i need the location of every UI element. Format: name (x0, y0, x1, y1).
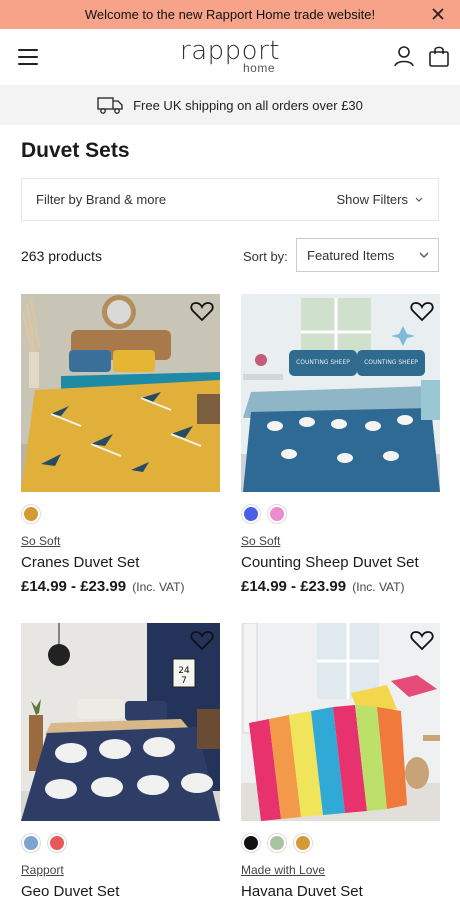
product-name[interactable]: Cranes Duvet Set (21, 554, 220, 571)
product-name[interactable]: Counting Sheep Duvet Set (241, 554, 440, 571)
product-price: £14.99 - £23.99 (Inc. VAT) (21, 578, 220, 595)
color-swatch[interactable] (21, 833, 41, 853)
swatch-fill (270, 507, 284, 521)
product-brand-link[interactable]: So Soft (21, 534, 220, 548)
bag-icon[interactable] (428, 45, 450, 67)
announcement-bar: Welcome to the new Rapport Home trade we… (0, 0, 460, 29)
product-brand-link[interactable]: Rapport (21, 863, 220, 877)
swatch-fill (296, 836, 310, 850)
product-card[interactable]: Made with Love Havana Duvet Set (241, 623, 440, 900)
shipping-banner: Free UK shipping on all orders over £30 (0, 85, 460, 125)
show-filters-label: Show Filters (336, 192, 408, 207)
heart-icon[interactable] (410, 300, 434, 322)
price-range: £14.99 - £23.99 (241, 578, 347, 595)
close-icon[interactable] (430, 6, 446, 22)
sort-select[interactable]: Featured Items (296, 238, 439, 272)
swatch-fill (244, 836, 258, 850)
product-image[interactable] (21, 294, 220, 492)
account-icon[interactable] (393, 45, 415, 67)
shipping-text: Free UK shipping on all orders over £30 (133, 97, 363, 113)
swatch-fill (24, 836, 38, 850)
logo-main: rapport (180, 36, 280, 66)
swatch-fill (270, 836, 284, 850)
product-image[interactable]: 24 7 (21, 623, 220, 821)
color-swatch[interactable] (267, 504, 287, 524)
color-swatches (21, 833, 220, 855)
swatch-fill (244, 507, 258, 521)
svg-text:COUNTING SHEEP: COUNTING SHEEP (296, 359, 350, 366)
heart-icon[interactable] (190, 629, 214, 651)
chevron-down-icon (415, 197, 423, 202)
filter-by-brand-label: Filter by Brand & more (36, 192, 167, 207)
color-swatch[interactable] (47, 833, 67, 853)
chevron-down-icon (419, 252, 429, 258)
sort-selected-value: Featured Items (307, 247, 395, 263)
truck-icon (97, 97, 123, 114)
swatch-fill (50, 836, 64, 850)
svg-text:24: 24 (178, 666, 190, 676)
product-name[interactable]: Geo Duvet Set (21, 883, 220, 900)
product-brand-link[interactable]: Made with Love (241, 863, 440, 877)
vat-note: (Inc. VAT) (132, 580, 185, 594)
product-price: £14.99 - £23.99 (Inc. VAT) (241, 578, 440, 595)
svg-text:COUNTING SHEEP: COUNTING SHEEP (364, 359, 418, 366)
product-count: 263 products (21, 248, 102, 264)
site-logo[interactable]: rapport home (0, 36, 460, 74)
havana-duvet-photo (241, 623, 440, 821)
color-swatch[interactable] (241, 833, 261, 853)
vat-note: (Inc. VAT) (352, 580, 405, 594)
product-image[interactable]: COUNTING SHEEP COUNTING SHEEP (241, 294, 440, 492)
color-swatch[interactable] (267, 833, 287, 853)
product-card[interactable]: 24 7 Rapport Geo Duvet Set (21, 623, 220, 900)
geo-duvet-photo: 24 7 (21, 623, 220, 821)
product-card[interactable]: So Soft Cranes Duvet Set £14.99 - £23.99… (21, 294, 220, 595)
announcement-text: Welcome to the new Rapport Home trade we… (84, 7, 376, 22)
counting-sheep-duvet-photo: COUNTING SHEEP COUNTING SHEEP (241, 294, 440, 492)
price-range: £14.99 - £23.99 (21, 578, 127, 595)
product-brand-link[interactable]: So Soft (241, 534, 440, 548)
color-swatches (241, 833, 440, 855)
site-header: rapport home (0, 29, 460, 85)
cranes-duvet-photo (21, 294, 220, 492)
color-swatch[interactable] (241, 504, 261, 524)
filter-bar[interactable]: Filter by Brand & more Show Filters (21, 178, 439, 221)
show-filters-button[interactable]: Show Filters (336, 192, 424, 207)
heart-icon[interactable] (410, 629, 434, 651)
page-title: Duvet Sets (21, 139, 130, 162)
svg-text:7: 7 (181, 676, 187, 686)
sort-label: Sort by: (243, 249, 288, 264)
product-image[interactable] (241, 623, 440, 821)
color-swatch[interactable] (21, 504, 41, 524)
color-swatch[interactable] (293, 833, 313, 853)
swatch-fill (24, 507, 38, 521)
product-name[interactable]: Havana Duvet Set (241, 883, 440, 900)
color-swatches (241, 504, 440, 526)
color-swatches (21, 504, 220, 526)
product-card[interactable]: COUNTING SHEEP COUNTING SHEEP So Soft Co… (241, 294, 440, 595)
heart-icon[interactable] (190, 300, 214, 322)
